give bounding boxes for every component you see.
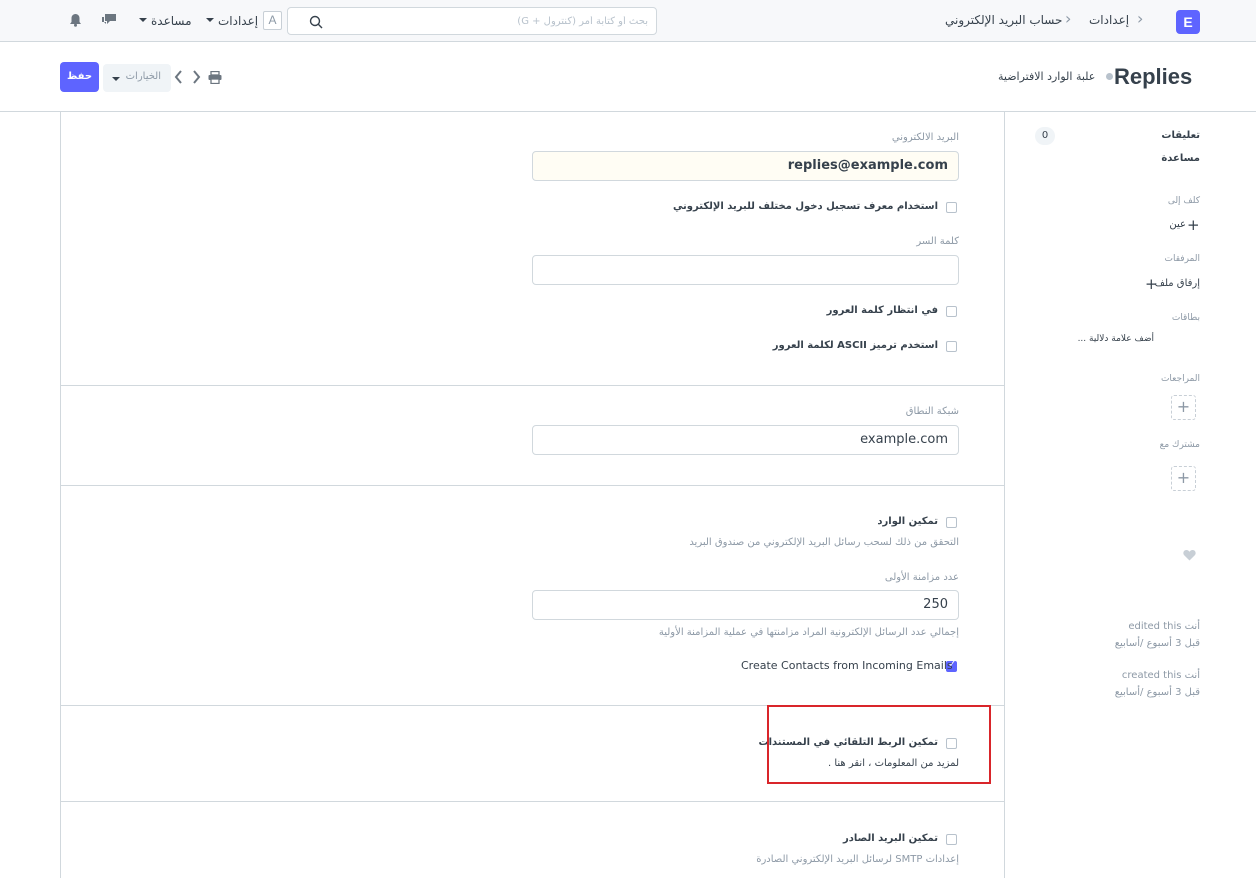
section-divider [60, 485, 1005, 486]
enable-outgoing-checkbox[interactable] [946, 834, 957, 845]
print-icon[interactable] [208, 71, 222, 84]
reviews-label: المراجعات [1160, 374, 1200, 384]
section-divider [60, 801, 1005, 802]
section-divider [60, 385, 1005, 386]
search-box[interactable] [287, 7, 657, 35]
breadcrumb-settings[interactable]: إعدادات [1089, 13, 1129, 27]
highlight-box [767, 705, 991, 784]
password-label: كلمة السر [916, 236, 959, 247]
password-field[interactable] [532, 255, 959, 285]
chevron-left-icon: ‹ [1137, 9, 1144, 28]
caret-down-icon [206, 18, 214, 22]
initial-sync-description: إجمالي عدد الرسائل الإلكترونية المراد مز… [658, 627, 959, 638]
ascii-password-checkbox[interactable] [946, 341, 957, 352]
caret-down-icon [112, 77, 120, 81]
domain-label: شبكة النطاق [905, 406, 959, 417]
prev-doc-icon[interactable] [174, 70, 183, 84]
search-input[interactable] [324, 12, 648, 30]
created-activity: أنت created this [1121, 670, 1200, 681]
created-timestamp: قبل 3 أسبوع /أسابيع [1114, 687, 1200, 698]
chevron-left-icon: ‹ [1065, 9, 1072, 28]
options-button[interactable]: الخيارات [103, 64, 171, 92]
enable-incoming-description: التحقق من ذلك لسحب رسائل البريد الإلكترو… [689, 537, 959, 548]
attach-file-link[interactable]: إرفاق ملف [1155, 278, 1200, 289]
attachments-label: المرفقات [1164, 254, 1200, 264]
next-doc-icon[interactable] [192, 70, 201, 84]
search-icon [309, 15, 323, 29]
assign-link[interactable]: عين [1169, 219, 1186, 230]
add-review-button[interactable]: + [1171, 395, 1196, 420]
email-field[interactable]: replies@example.com [532, 151, 959, 181]
awaiting-password-label: في انتظار كلمة العرور [826, 305, 938, 316]
enable-outgoing-description: إعدادات SMTP لرسائل البريد الإلكتروني ال… [756, 854, 959, 865]
settings-menu[interactable]: إعدادات [218, 14, 258, 28]
bell-icon[interactable] [69, 13, 82, 27]
navbar: E ‹ إعدادات ‹ حساب البريد الإلكتروني A إ… [0, 0, 1256, 42]
enable-incoming-label: تمكين الوارد [877, 516, 938, 527]
user-avatar[interactable]: A [263, 11, 282, 30]
status-indicator [1106, 73, 1113, 80]
assign-to-label: كلف إلى [1167, 196, 1200, 206]
shared-with-label: مشترك مع [1159, 440, 1200, 450]
email-label: البريد الالكتروني [891, 132, 959, 143]
initial-sync-field[interactable]: 250 [532, 590, 959, 620]
help-menu[interactable]: مساعدة [151, 14, 192, 28]
add-tag-link[interactable]: أضف علامة دلالية ... [1078, 334, 1154, 344]
plus-icon[interactable]: + [1187, 216, 1200, 234]
edited-activity: أنت edited this [1128, 621, 1200, 632]
use-different-login-checkbox[interactable] [946, 202, 957, 213]
caret-down-icon [139, 18, 147, 22]
heart-icon[interactable] [1183, 549, 1196, 561]
domain-field[interactable]: example.com [532, 425, 959, 455]
comments-count-badge: 0 [1035, 127, 1055, 145]
comments-heading[interactable]: تعليقات [1161, 130, 1200, 141]
save-button[interactable]: حفظ [60, 62, 99, 92]
page-subtitle: علبة الوارد الافتراضية [998, 70, 1096, 83]
chat-icon[interactable] [101, 13, 117, 27]
enable-incoming-checkbox[interactable] [946, 517, 957, 528]
create-contacts-label: Create Contacts from Incoming Emails [741, 659, 953, 672]
enable-outgoing-label: تمكين البريد الصادر [842, 833, 938, 844]
add-share-button[interactable]: + [1171, 466, 1196, 491]
tags-label: بطاقات [1171, 313, 1200, 323]
edited-timestamp: قبل 3 أسبوع /أسابيع [1114, 638, 1200, 649]
use-different-login-label: استخدام معرف تسجيل دخول مختلف للبريد الإ… [672, 201, 938, 212]
app-logo[interactable]: E [1176, 10, 1200, 34]
sidebar-help-link[interactable]: مساعدة [1161, 153, 1200, 164]
plus-icon[interactable]: + [1145, 275, 1158, 293]
options-label: الخيارات [125, 71, 161, 82]
awaiting-password-checkbox[interactable] [946, 306, 957, 317]
ascii-password-label: استخدم ترميز ASCII لكلمة العرور [772, 340, 938, 351]
breadcrumb-email-account[interactable]: حساب البريد الإلكتروني [945, 13, 1062, 27]
initial-sync-label: عدد مزامنة الأولى [884, 572, 959, 583]
page-title: Replies [1114, 64, 1193, 89]
